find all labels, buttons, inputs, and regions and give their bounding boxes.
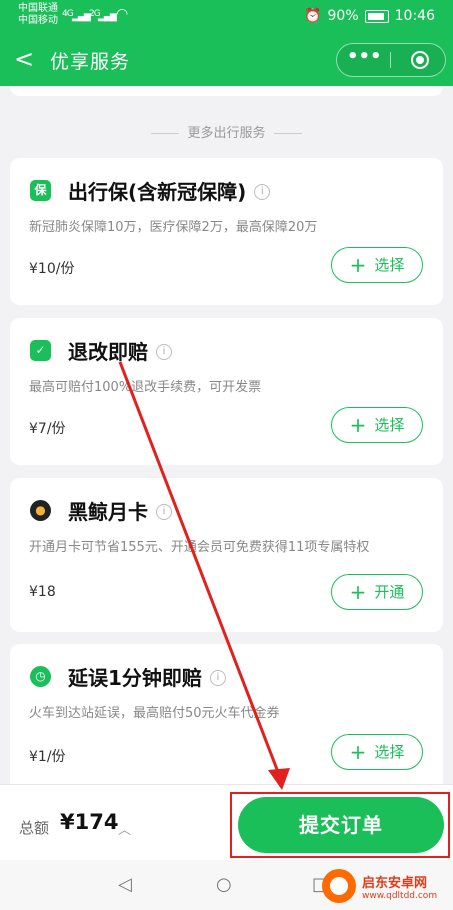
- service-card-delay: ◷ 延误1分钟即赔 i 火车到达站延误，最高赔付50元火车代金券 ¥1/份 + 选择: [10, 644, 443, 784]
- carrier-2: 中国移动: [18, 15, 58, 26]
- card-title: 延误1分钟即赔 i: [68, 662, 226, 691]
- capsule-divider: [390, 52, 391, 68]
- divider-left: [151, 133, 180, 134]
- total-amount: ¥174: [60, 810, 119, 834]
- card-title-text: 退改即赔: [68, 340, 148, 364]
- card-title: 退改即赔 i: [68, 336, 172, 365]
- miniprogram-capsule: •••: [336, 43, 446, 77]
- wifi-icon: ◠: [116, 6, 128, 22]
- watermark-logo-icon: [322, 869, 356, 903]
- card-title-text: 出行保(含新冠保障): [68, 180, 247, 204]
- battery-icon: [364, 9, 389, 23]
- close-miniprogram-icon[interactable]: [411, 51, 429, 69]
- shield-icon: 保: [30, 180, 51, 201]
- divider-right: [273, 133, 302, 134]
- back-icon[interactable]: <: [14, 46, 34, 72]
- card-title: 黑鲸月卡 i: [68, 496, 172, 525]
- card-desc: 开通月卡可节省155元、开通会员可免费获得11项专属特权: [29, 540, 370, 555]
- card-desc: 新冠肺炎保障10万，医疗保障2万，最高保障20万: [29, 220, 318, 235]
- bottom-bar: 总额 ¥174 ︿ 提交订单: [0, 784, 453, 861]
- back-triangle-icon[interactable]: ◁: [118, 874, 132, 895]
- activate-button-label: 开通: [374, 583, 405, 601]
- submit-order-button[interactable]: 提交订单: [238, 797, 444, 853]
- select-button[interactable]: + 选择: [331, 734, 423, 770]
- total-label: 总额: [19, 819, 50, 837]
- card-desc: 火车到达站延误，最高赔付50元火车代金券: [29, 706, 280, 721]
- alarm-icon: ⏰: [304, 8, 322, 24]
- plus-icon: +: [349, 253, 367, 277]
- plus-icon: +: [349, 740, 367, 764]
- clock: 10:46: [394, 8, 435, 24]
- check-icon: ✓: [30, 340, 51, 361]
- card-desc: 最高可赔付100%退改手续费，可开发票: [29, 380, 262, 395]
- service-card-monthly-pass: ● 黑鲸月卡 i 开通月卡可节省155元、开通会员可免费获得11项专属特权 ¥18…: [10, 478, 443, 632]
- chevron-up-icon[interactable]: ︿: [118, 819, 131, 838]
- info-icon[interactable]: i: [156, 343, 172, 360]
- card-price: ¥18: [29, 584, 56, 600]
- signal-2-icon: ▂▄▆: [98, 12, 117, 22]
- plus-icon: +: [349, 580, 367, 604]
- carrier-1: 中国联通: [18, 3, 58, 14]
- status-bar: 中国联通 中国移动 4G ▂▄▆ 2G ▂▄▆ ◠ ⏰ 90% 10:46: [0, 0, 453, 34]
- card-price: ¥7/份: [29, 421, 66, 437]
- status-right: ⏰ 90% 10:46: [304, 8, 435, 24]
- page-title: 优享服务: [50, 51, 131, 73]
- section-title-text: 更多出行服务: [187, 126, 266, 141]
- nav-bar: < 优享服务 •••: [0, 34, 453, 86]
- watermark: 启东安卓网 www.qdltdd.com: [322, 866, 450, 906]
- plus-icon: +: [349, 413, 367, 437]
- content-area[interactable]: 更多出行服务 保 出行保(含新冠保障) i 新冠肺炎保障10万，医疗保障2万，最高…: [0, 86, 453, 784]
- watermark-url: www.qdltdd.com: [362, 890, 438, 901]
- watermark-name: 启东安卓网: [362, 875, 428, 891]
- clock-icon: ◷: [30, 666, 51, 687]
- card-price: ¥10/份: [29, 261, 75, 277]
- card-title-text: 黑鲸月卡: [68, 500, 148, 524]
- info-icon[interactable]: i: [209, 669, 226, 686]
- card-title-text: 延误1分钟即赔: [68, 666, 202, 690]
- home-circle-icon[interactable]: ○: [216, 874, 232, 895]
- select-button[interactable]: + 选择: [331, 407, 423, 443]
- watermark-text: 启东安卓网 www.qdltdd.com: [362, 872, 437, 901]
- previous-card-edge: [10, 86, 443, 96]
- service-card-refund: ✓ 退改即赔 i 最高可赔付100%退改手续费，可开发票 ¥7/份 + 选择: [10, 318, 443, 465]
- select-button-label: 选择: [374, 743, 405, 761]
- whale-logo-icon: ●: [30, 500, 51, 521]
- activate-button[interactable]: + 开通: [331, 574, 423, 610]
- more-menu-icon[interactable]: •••: [347, 46, 382, 67]
- select-button-label: 选择: [374, 416, 405, 434]
- service-card-travel-insurance: 保 出行保(含新冠保障) i 新冠肺炎保障10万，医疗保障2万，最高保障20万 ¥…: [10, 158, 443, 305]
- card-title: 出行保(含新冠保障) i: [68, 176, 271, 205]
- info-icon[interactable]: i: [254, 183, 271, 200]
- section-title: 更多出行服务: [0, 122, 453, 141]
- signal-1-icon: ▂▄▆: [72, 12, 91, 22]
- select-button-label: 选择: [374, 256, 405, 274]
- card-price: ¥1/份: [29, 749, 66, 765]
- battery-percent: 90%: [327, 8, 359, 24]
- info-icon[interactable]: i: [156, 503, 172, 520]
- carrier-info: 中国联通 中国移动: [18, 3, 58, 27]
- select-button[interactable]: + 选择: [331, 247, 423, 283]
